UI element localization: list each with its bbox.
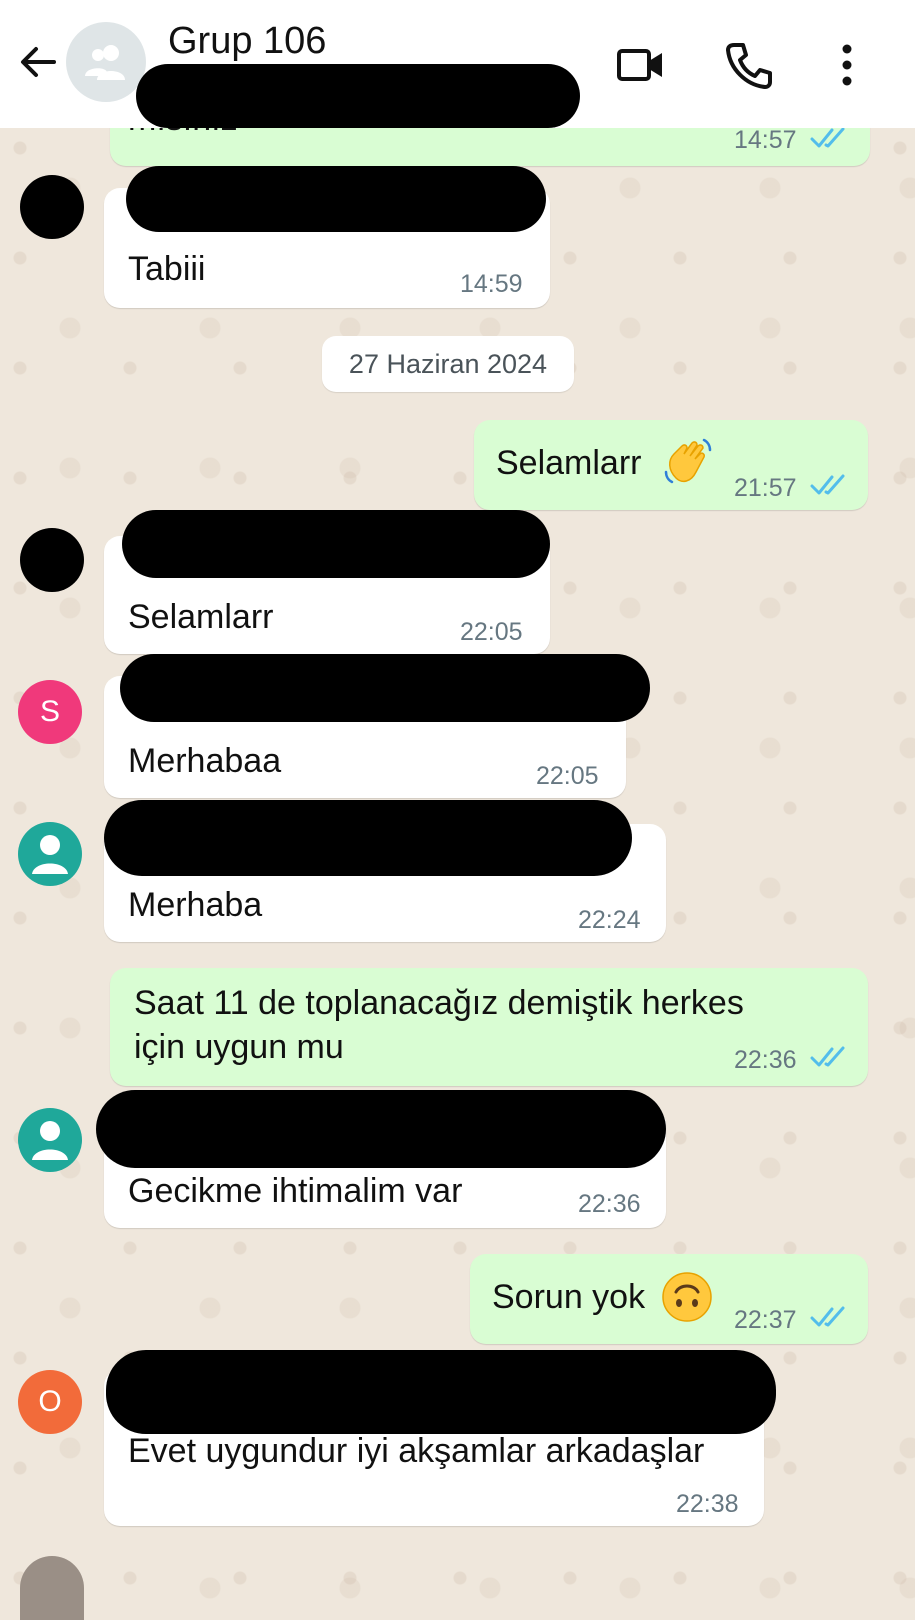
message-text-line2: için uygun mu	[134, 1028, 344, 1066]
message-time: 22:36	[578, 1190, 641, 1218]
avatar-default[interactable]	[18, 822, 82, 886]
message-time: 14:57	[734, 126, 797, 154]
back-arrow-icon[interactable]	[16, 40, 60, 84]
redaction-bar	[104, 800, 632, 876]
message-text: Selamlarr	[128, 598, 274, 636]
redaction-bar	[96, 1090, 666, 1168]
message-time: 22:37	[734, 1306, 797, 1334]
page-title[interactable]: Grup 106	[168, 20, 326, 63]
double-tick-icon	[810, 1306, 845, 1327]
video-call-icon[interactable]	[616, 40, 666, 90]
phone-call-icon[interactable]	[724, 40, 774, 90]
message-time: 22:36	[734, 1046, 797, 1074]
redaction-bar	[136, 64, 580, 128]
avatar[interactable]	[20, 1556, 84, 1620]
message-text: Merhabaa	[128, 742, 282, 780]
avatar[interactable]	[20, 175, 84, 239]
message-text: Selamlarr	[496, 444, 642, 482]
message-time: 22:05	[536, 762, 599, 790]
avatar-o[interactable]: O	[18, 1370, 82, 1434]
double-tick-icon	[810, 127, 845, 148]
message-text: Sorun yok	[492, 1278, 646, 1316]
redaction-bar	[126, 166, 546, 232]
waving-hand-emoji-icon	[664, 438, 712, 484]
message-time: 21:57	[734, 474, 797, 502]
redaction-bar	[122, 510, 550, 578]
date-separator: 27 Haziran 2024	[322, 336, 574, 392]
message-time: 14:59	[460, 270, 523, 298]
double-tick-icon	[810, 474, 845, 495]
message-time: 22:24	[578, 906, 641, 934]
avatar-s[interactable]: S	[18, 680, 82, 744]
double-tick-icon	[810, 1046, 845, 1067]
message-text: Tabiii	[128, 250, 206, 288]
message-time: 22:05	[460, 618, 523, 646]
avatar[interactable]	[20, 528, 84, 592]
group-icon	[85, 45, 125, 80]
person-icon	[32, 835, 68, 874]
more-options-icon[interactable]	[822, 40, 872, 90]
group-avatar[interactable]	[66, 22, 146, 102]
person-icon	[32, 1121, 68, 1160]
redaction-bar	[106, 1350, 776, 1434]
message-time: 22:38	[676, 1490, 739, 1518]
message-text: Evet uygundur iyi akşamlar arkadaşlar	[128, 1432, 705, 1470]
message-text: Merhaba	[128, 886, 263, 924]
message-text-line1: Saat 11 de toplanacağız demiştik herkes	[134, 984, 744, 1022]
redaction-bar	[120, 654, 650, 722]
upside-down-face-emoji-icon	[662, 1272, 712, 1322]
message-text: Gecikme ihtimalim var	[128, 1172, 463, 1210]
avatar-default[interactable]	[18, 1108, 82, 1172]
